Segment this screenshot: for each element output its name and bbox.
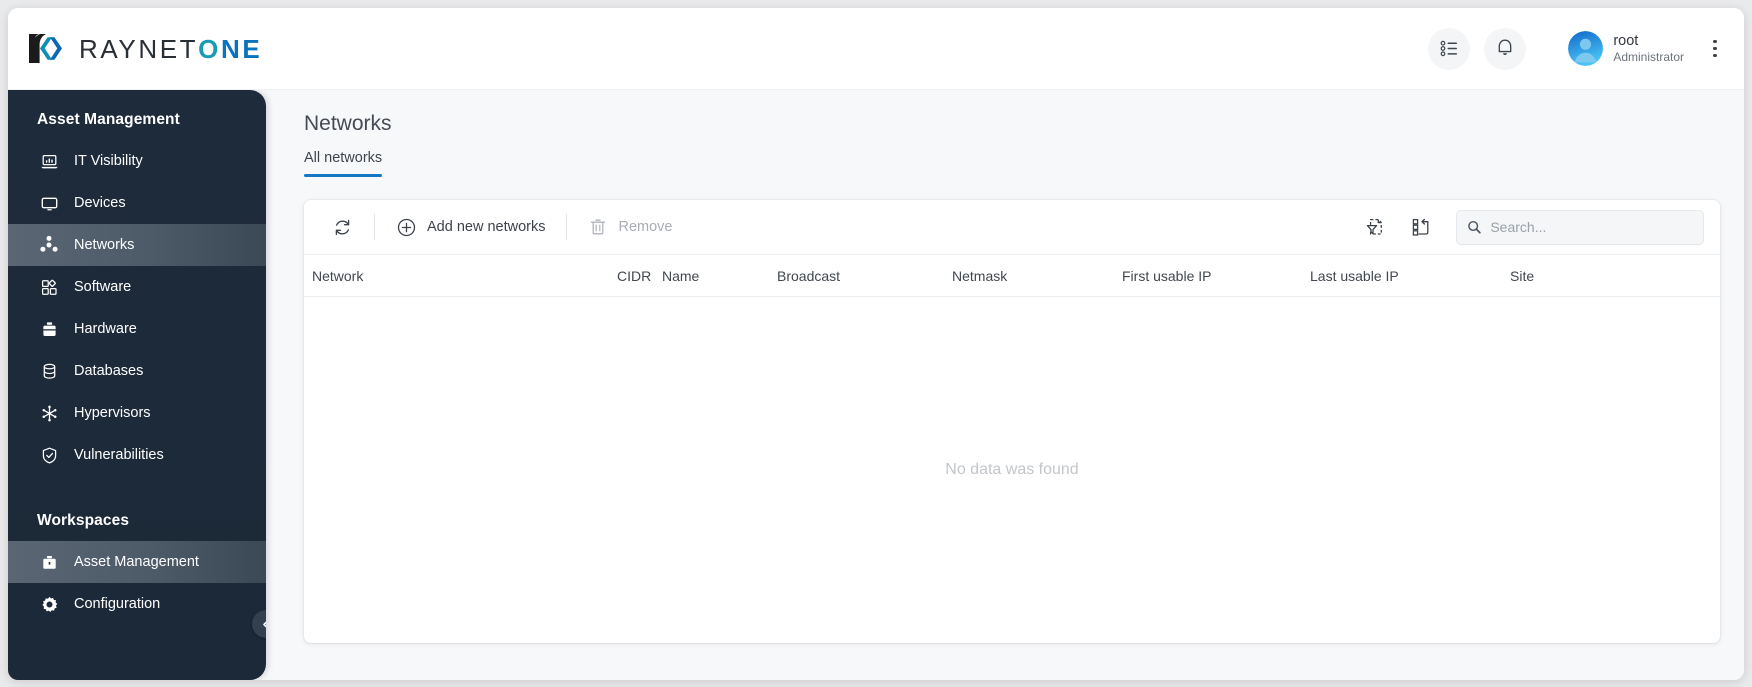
sidebar-item-label: Vulnerabilities — [74, 447, 164, 463]
database-icon — [39, 361, 59, 381]
network-nodes-icon — [39, 235, 59, 255]
sidebar-item-hardware[interactable]: Hardware — [8, 308, 266, 350]
sidebar-item-label: Devices — [74, 195, 126, 211]
toolbox-icon — [39, 319, 59, 339]
tab-bar: All networks — [304, 150, 1720, 178]
column-header-broadcast[interactable]: Broadcast — [769, 268, 944, 284]
more-vertical-icon-dot2 — [1713, 46, 1717, 51]
trash-icon — [591, 219, 606, 235]
user-meta: root Administrator — [1613, 33, 1684, 64]
notifications-button[interactable] — [1484, 27, 1527, 70]
bulleted-list-button[interactable] — [1428, 27, 1471, 70]
top-header-bar: RAYNETONE root Administrator — [8, 8, 1744, 90]
brand-name-accent-o: O — [198, 33, 221, 64]
refresh-icon — [335, 219, 350, 235]
app-blocks-icon — [39, 277, 59, 297]
column-header-network[interactable]: Network — [304, 268, 609, 284]
table-header-row: Network CIDR Name Broadcast Netmask Firs… — [304, 254, 1720, 297]
toolbar-right-group — [1348, 209, 1704, 245]
column-settings-button[interactable] — [1402, 210, 1440, 244]
sidebar-section-asset-management: Asset Management — [37, 111, 180, 128]
column-header-netmask[interactable]: Netmask — [944, 268, 1114, 284]
sidebar: Asset Management IT Visibility Devices N… — [8, 90, 266, 680]
document-filter-icon — [1366, 218, 1382, 235]
user-profile[interactable]: root Administrator — [1568, 31, 1684, 66]
column-header-first-usable-ip[interactable]: First usable IP — [1114, 268, 1302, 284]
gear-icon — [39, 594, 59, 614]
sidebar-item-software[interactable]: Software — [8, 266, 266, 308]
add-new-networks-button[interactable]: Add new networks — [384, 210, 557, 244]
search-icon — [1468, 220, 1481, 234]
sidebar-workspace-asset-management[interactable]: Asset Management — [8, 541, 266, 583]
remove-label: Remove — [618, 219, 673, 235]
search-input[interactable] — [1490, 219, 1693, 235]
column-header-site[interactable]: Site — [1502, 268, 1562, 284]
sidebar-item-devices[interactable]: Devices — [8, 182, 266, 224]
plus-circle-icon — [397, 218, 416, 236]
search-box[interactable] — [1456, 209, 1704, 245]
brand-logo[interactable]: RAYNETONE — [27, 32, 262, 65]
header-actions: root Administrator — [1414, 27, 1744, 70]
sidebar-item-label: IT Visibility — [74, 153, 143, 169]
header-overflow-menu-button[interactable] — [1700, 28, 1730, 70]
sidebar-workspace-label: Asset Management — [74, 554, 199, 570]
chevron-left-icon — [262, 620, 266, 628]
sidebar-item-vulnerabilities[interactable]: Vulnerabilities — [8, 434, 266, 476]
sidebar-workspace-label: Configuration — [74, 596, 161, 612]
brand-name-plain: RAYNET — [79, 33, 199, 64]
sidebar-item-hypervisors[interactable]: Hypervisors — [8, 392, 266, 434]
avatar — [1568, 31, 1604, 66]
tab-all-networks[interactable]: All networks — [304, 150, 383, 177]
column-header-name[interactable]: Name — [654, 268, 769, 284]
sidebar-item-label: Hypervisors — [74, 405, 151, 421]
sidebar-section-workspaces: Workspaces — [37, 512, 130, 529]
sidebar-item-networks[interactable]: Networks — [8, 224, 266, 266]
sidebar-item-databases[interactable]: Databases — [8, 350, 266, 392]
sidebar-item-label: Databases — [74, 363, 144, 379]
sidebar-item-label: Networks — [74, 237, 135, 253]
table-body: No data was found — [304, 297, 1720, 643]
monitor-icon — [39, 193, 59, 213]
sidebar-item-it-visibility[interactable]: IT Visibility — [8, 140, 266, 182]
sidebar-item-label: Software — [74, 279, 132, 295]
more-vertical-icon-dot3 — [1713, 53, 1717, 58]
column-header-cidr[interactable]: CIDR — [609, 268, 654, 284]
sidebar-item-label: Hardware — [74, 321, 137, 337]
refresh-button[interactable] — [320, 210, 365, 244]
toolbar-divider-1 — [374, 214, 375, 240]
snowflake-icon — [39, 403, 59, 423]
user-avatar-icon — [1568, 31, 1604, 66]
remove-button[interactable]: Remove — [576, 210, 684, 244]
page-title: Networks — [304, 112, 392, 135]
laptop-chart-icon — [39, 151, 59, 171]
column-settings-icon — [1412, 218, 1429, 236]
toolbar-divider-2 — [566, 214, 568, 240]
networks-table-panel: Add new networks Remove Search... Networ… — [304, 200, 1720, 643]
table-toolbar: Add new networks Remove — [304, 200, 1720, 254]
application-window: RAYNETONE root Administrator Asset Manag… — [8, 8, 1744, 680]
filter-button[interactable] — [1356, 210, 1394, 244]
main-content: Networks All networks Add new networks R… — [266, 90, 1744, 680]
notification-bell-icon — [1498, 39, 1512, 56]
brand-wordmark: RAYNETONE — [79, 36, 262, 62]
body-area: Asset Management IT Visibility Devices N… — [8, 90, 1744, 680]
bulleted-list-icon — [1440, 40, 1457, 57]
raynet-chevron-logo-icon — [29, 34, 62, 63]
sidebar-workspace-configuration[interactable]: Configuration — [8, 583, 266, 625]
briefcase-icon — [39, 552, 59, 572]
more-vertical-icon-dot1 — [1713, 39, 1717, 44]
column-header-last-usable-ip[interactable]: Last usable IP — [1302, 268, 1502, 284]
user-name: root — [1613, 32, 1639, 49]
user-role: Administrator — [1613, 49, 1684, 64]
empty-state-message: No data was found — [945, 461, 1079, 478]
shield-check-icon — [39, 445, 59, 465]
tab-label: All networks — [304, 150, 383, 166]
add-new-networks-label: Add new networks — [427, 219, 546, 235]
brand-name-accent-ne: NE — [220, 33, 263, 64]
